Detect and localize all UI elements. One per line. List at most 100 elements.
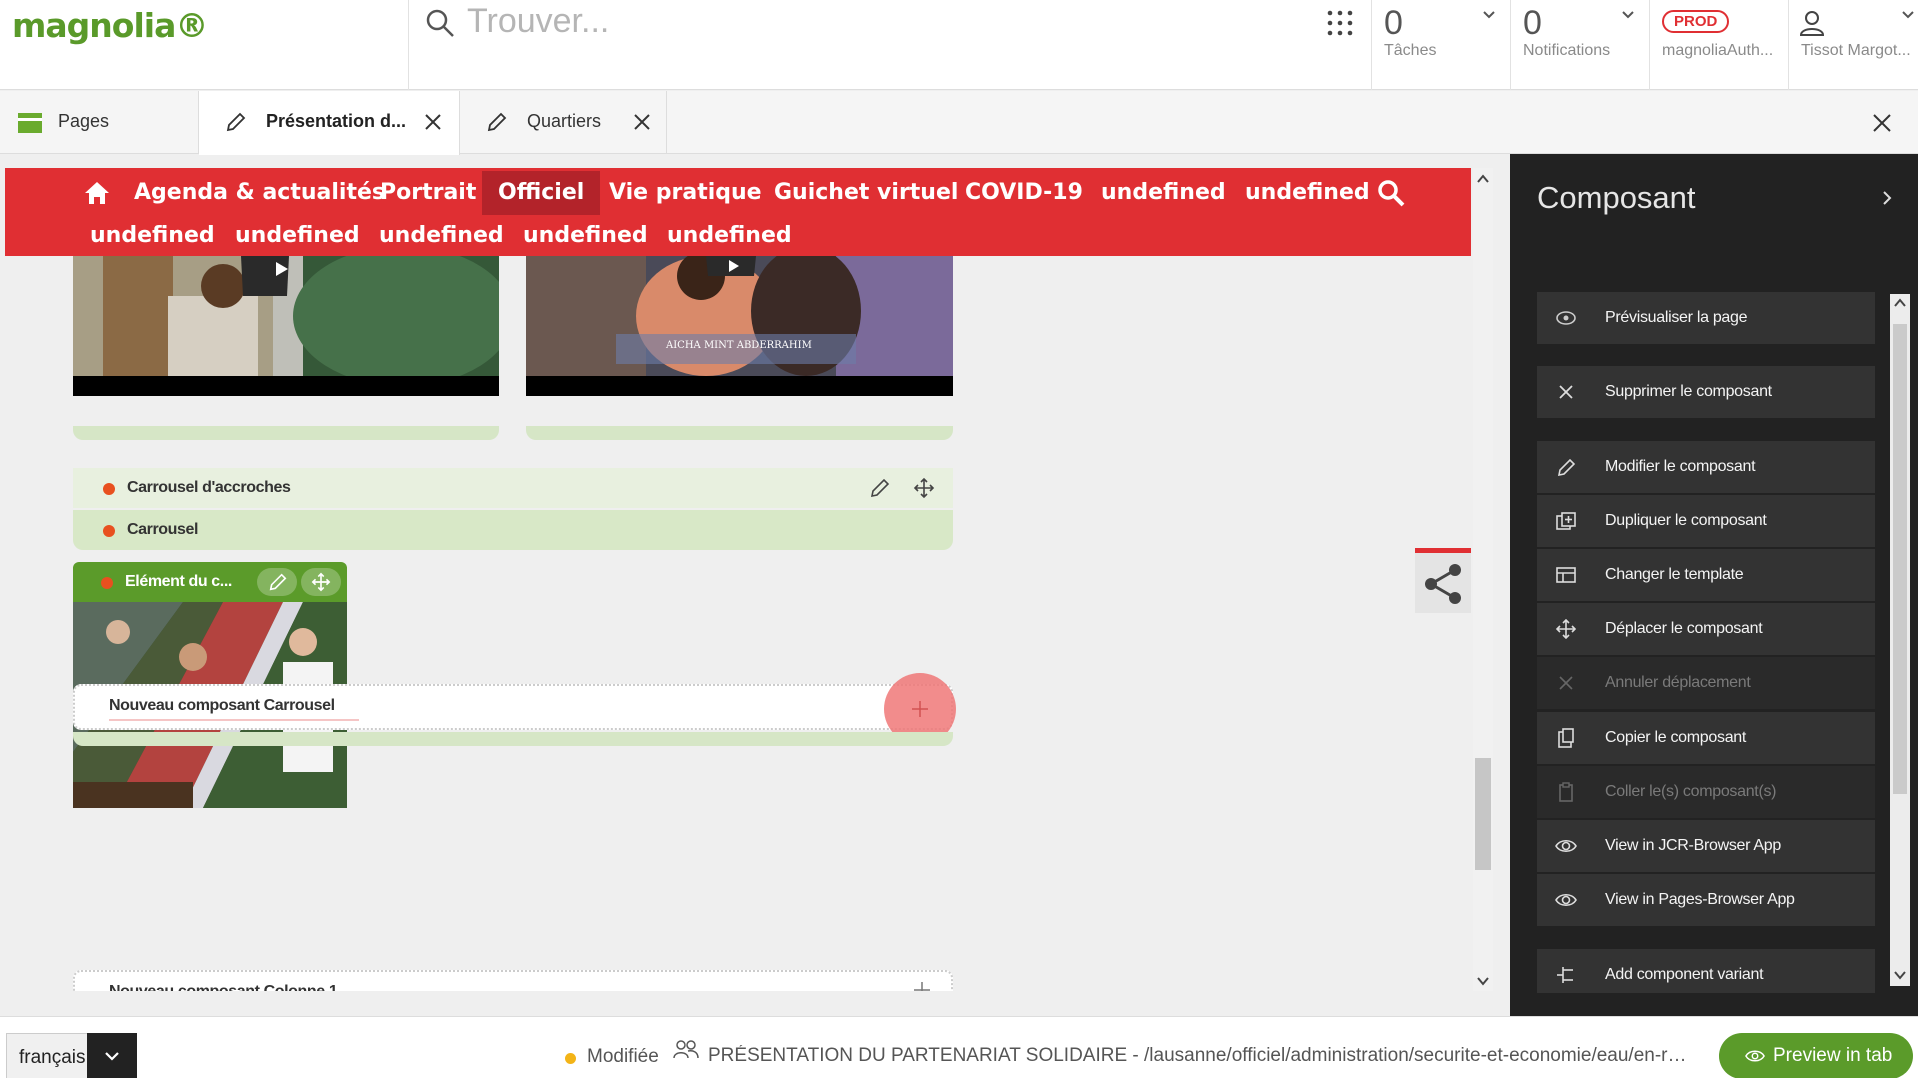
pages-icon xyxy=(18,113,42,133)
chevron-right-icon[interactable] xyxy=(1880,190,1894,206)
action-label: Déplacer le composant xyxy=(1605,620,1763,637)
user-label: Tissot Margot... xyxy=(1801,42,1911,59)
action-change-template[interactable]: Changer le template xyxy=(1537,549,1875,601)
nav-item-undefined[interactable]: undefined xyxy=(523,214,648,258)
environment-indicator[interactable]: PROD magnoliaAuth... xyxy=(1649,0,1788,90)
nav-item-undefined[interactable]: undefined xyxy=(1245,171,1370,215)
template-icon xyxy=(1556,567,1576,583)
new-component-carrousel[interactable]: Nouveau composant Carrousel xyxy=(73,684,953,730)
preview-in-tab-button[interactable]: Preview in tab xyxy=(1719,1033,1913,1078)
action-copy-component[interactable]: Copier le composant xyxy=(1537,712,1875,764)
action-label: Modifier le composant xyxy=(1605,458,1756,475)
action-preview-page[interactable]: Prévisualiser la page xyxy=(1537,292,1875,344)
search-icon[interactable] xyxy=(1377,179,1405,207)
notifications-indicator[interactable]: 0 Notifications xyxy=(1510,0,1649,90)
component-area-bar xyxy=(526,426,953,440)
nav-item-covid[interactable]: COVID-19 xyxy=(965,171,1083,215)
move-icon[interactable] xyxy=(913,477,935,499)
action-duplicate-component[interactable]: Dupliquer le composant xyxy=(1537,495,1875,547)
pencil-icon xyxy=(1557,458,1576,477)
language-dropdown-button[interactable] xyxy=(87,1033,137,1078)
action-label: Copier le composant xyxy=(1605,729,1747,746)
tasks-count: 0 xyxy=(1384,4,1403,42)
tab-quartiers[interactable]: Quartiers xyxy=(460,91,667,154)
action-edit-component[interactable]: Modifier le composant xyxy=(1537,441,1875,493)
component-label: Carrousel xyxy=(127,521,199,538)
plus-icon[interactable] xyxy=(913,981,931,991)
move-icon xyxy=(1555,619,1577,639)
nav-item-agenda[interactable]: Agenda & actualités xyxy=(134,171,385,215)
action-view-jcr-browser[interactable]: View in JCR-Browser App xyxy=(1537,820,1875,872)
action-label: Supprimer le composant xyxy=(1605,383,1772,400)
action-view-pages-browser[interactable]: View in Pages-Browser App xyxy=(1537,874,1875,926)
nav-item-vie-pratique[interactable]: Vie pratique xyxy=(609,171,762,215)
page-status-label: Modifiée xyxy=(587,1046,659,1067)
action-label: Annuler déplacement xyxy=(1605,674,1751,691)
home-icon[interactable] xyxy=(83,180,111,206)
copy-icon xyxy=(1558,728,1574,748)
pencil-icon xyxy=(269,573,287,591)
component-bar-carrousel[interactable]: Carrousel xyxy=(73,510,953,550)
action-cancel-move: Annuler déplacement xyxy=(1537,657,1875,709)
component-bar-carousel-element[interactable]: Elément du c... xyxy=(73,562,347,602)
notifications-label: Notifications xyxy=(1523,42,1611,59)
panel-title: Composant xyxy=(1537,180,1696,215)
nav-item-officiel[interactable]: Officiel xyxy=(482,171,601,215)
app-header: magnolia® 0 Tâches 0 Notifications xyxy=(0,0,1918,90)
tab-pages[interactable]: Pages xyxy=(0,91,199,154)
logo-text: magnolia xyxy=(12,6,176,45)
duplicate-icon xyxy=(1556,512,1576,530)
apps-grid-icon[interactable] xyxy=(1327,10,1353,36)
nav-item-guichet-virtuel[interactable]: Guichet virtuel xyxy=(774,171,958,215)
scroll-up-icon[interactable] xyxy=(1477,174,1489,184)
language-select[interactable]: français xyxy=(6,1033,137,1078)
tab-presentation[interactable]: Présentation d... xyxy=(199,91,460,155)
user-icon xyxy=(1799,11,1825,36)
user-menu[interactable]: Tissot Margot... xyxy=(1788,0,1918,90)
nav-item-undefined[interactable]: undefined xyxy=(90,214,215,258)
edit-button[interactable] xyxy=(257,568,297,596)
scroll-up-icon[interactable] xyxy=(1894,298,1906,308)
magnolia-logo[interactable]: magnolia® xyxy=(12,6,208,56)
move-button[interactable] xyxy=(301,568,341,596)
clipboard-icon xyxy=(1559,782,1573,802)
component-area-bar xyxy=(73,732,953,746)
status-footer: français Modifiée PRÉSENTATION DU PARTEN… xyxy=(0,1016,1918,1078)
action-paste-components: Coller le(s) composant(s) xyxy=(1537,766,1875,818)
nav-item-undefined[interactable]: undefined xyxy=(667,214,792,258)
video-still-image: AICHA MINT ABDERRAHIM xyxy=(526,256,953,376)
close-icon[interactable] xyxy=(424,113,442,131)
action-label: Add component variant xyxy=(1605,966,1764,983)
video-thumbnail[interactable] xyxy=(73,256,499,396)
eye-icon xyxy=(1745,1050,1765,1062)
action-delete-component[interactable]: Supprimer le composant xyxy=(1537,366,1875,418)
editor-scroll-thumb[interactable] xyxy=(1475,758,1491,870)
nav-item-undefined[interactable]: undefined xyxy=(235,214,360,258)
move-icon xyxy=(311,572,331,592)
pencil-icon xyxy=(226,112,246,132)
component-bar-carrousel-accroches[interactable]: Carrousel d'accroches xyxy=(73,468,953,508)
close-all-tabs-icon[interactable] xyxy=(1872,113,1892,133)
share-icon xyxy=(1425,564,1461,604)
scroll-down-icon[interactable] xyxy=(1477,976,1489,986)
nav-item-undefined[interactable]: undefined xyxy=(379,214,504,258)
tab-label: Présentation d... xyxy=(266,111,407,131)
action-add-component-variant[interactable]: Add component variant xyxy=(1537,949,1875,993)
nav-item-portrait[interactable]: Portrait xyxy=(380,171,476,215)
video-thumbnail[interactable]: AICHA MINT ABDERRAHIM xyxy=(526,256,953,396)
tab-label: Pages xyxy=(58,111,110,131)
panel-scroll-thumb[interactable] xyxy=(1893,324,1907,794)
action-move-component[interactable]: Déplacer le composant xyxy=(1537,603,1875,655)
eye-icon xyxy=(1555,839,1577,853)
app-tabs: Pages Présentation d... Quartiers xyxy=(0,91,1918,155)
scroll-down-icon[interactable] xyxy=(1894,970,1906,980)
new-component-colonne[interactable]: Nouveau composant Colonne 1 xyxy=(73,970,953,991)
nav-item-undefined[interactable]: undefined xyxy=(1101,171,1226,215)
pencil-icon[interactable] xyxy=(869,477,891,499)
search-input[interactable] xyxy=(467,0,1167,42)
action-label: Changer le template xyxy=(1605,566,1744,583)
tasks-indicator[interactable]: 0 Tâches xyxy=(1371,0,1510,90)
notifications-count: 0 xyxy=(1523,4,1542,42)
close-icon[interactable] xyxy=(633,113,651,131)
share-button[interactable] xyxy=(1415,553,1471,613)
